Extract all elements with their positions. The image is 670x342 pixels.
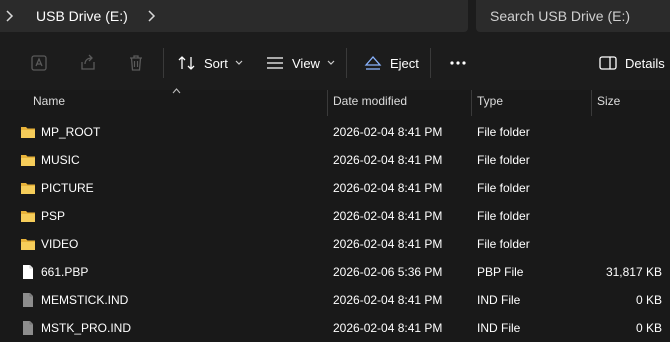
eject-button[interactable]: Eject [364,48,419,78]
file-type: IND File [477,321,521,335]
details-pane-icon [599,56,617,70]
file-type: File folder [477,209,530,223]
file-row[interactable]: PSP 2026-02-04 8:41 PM File folder [0,202,670,230]
column-header-name[interactable]: Name [33,94,65,108]
file-date-modified: 2026-02-04 8:41 PM [333,209,443,223]
column-header-date[interactable]: Date modified [333,94,407,108]
file-name: MSTK_PRO.IND [41,321,132,335]
column-header-size[interactable]: Size [597,94,620,108]
file-icon [20,264,36,280]
sort-ascending-icon [172,88,181,94]
grey-file-icon [20,292,36,308]
column-header-row: Name Date modified Type Size [0,88,670,116]
file-name: PICTURE [41,181,94,195]
folder-icon [20,236,36,252]
file-type: File folder [477,125,530,139]
address-row: USB Drive (E:) Search USB Drive (E:) [0,0,670,36]
file-row[interactable]: MEMSTICK.IND 2026-02-04 8:41 PM IND File 0 … [0,286,670,314]
sort-icon [178,56,195,70]
file-size: 0 KB [635,293,662,307]
toolbar-divider [163,48,164,78]
file-type: PBP File [477,265,524,279]
sort-label: Sort [204,55,228,71]
column-header-type[interactable]: Type [477,94,503,108]
file-type: File folder [477,181,530,195]
file-name: MUSIC [41,153,80,167]
view-icon [267,57,283,69]
rename-icon[interactable] [30,54,48,72]
column-divider[interactable] [327,90,328,116]
more-options-icon[interactable] [449,61,467,65]
file-date-modified: 2026-02-04 8:41 PM [333,293,443,307]
view-button[interactable]: View [266,48,343,78]
delete-icon[interactable] [127,54,145,72]
file-date-modified: 2026-02-06 5:36 PM [333,265,443,279]
chevron-down-icon [327,60,335,65]
file-date-modified: 2026-02-04 8:41 PM [333,181,443,195]
folder-icon [20,180,36,196]
file-name: PSP [41,209,66,223]
details-button[interactable]: Details [599,48,665,78]
view-label: View [292,55,320,71]
file-name: MEMSTICK.IND [41,293,129,307]
column-divider[interactable] [591,90,592,116]
address-bar[interactable]: USB Drive (E:) [0,0,468,32]
file-date-modified: 2026-02-04 8:41 PM [333,237,443,251]
file-list: Name Date modified Type Size MP_ROOT 2026… [0,88,670,342]
folder-icon [20,208,36,224]
eject-label: Eject [390,55,419,71]
file-row[interactable]: VIDEO 2026-02-04 8:41 PM File folder [0,230,670,258]
grey-file-icon [20,320,36,336]
file-row[interactable]: MP_ROOT 2026-02-04 8:41 PM File folder [0,118,670,146]
share-icon[interactable] [79,54,97,72]
eject-icon [364,56,382,70]
column-divider[interactable] [471,90,472,116]
breadcrumb-usb-drive[interactable]: USB Drive (E:) [36,8,128,24]
search-placeholder: Search USB Drive (E:) [490,8,631,24]
chevron-right-icon[interactable] [4,10,14,22]
file-date-modified: 2026-02-04 8:41 PM [333,153,443,167]
file-size: 0 KB [635,321,662,335]
file-row[interactable]: 661.PBP 2026-02-06 5:36 PM PBP File 31,817 … [0,258,670,286]
folder-icon [20,124,36,140]
file-name: 661.PBP [41,265,89,279]
file-row[interactable]: MUSIC 2026-02-04 8:41 PM File folder [0,146,670,174]
file-date-modified: 2026-02-04 8:41 PM [333,125,443,139]
file-row[interactable]: PICTURE 2026-02-04 8:41 PM File folder [0,174,670,202]
chevron-down-icon [235,60,243,65]
command-bar: Sort View Eject Details [0,36,670,91]
toolbar-divider [430,48,431,78]
file-name: MP_ROOT [41,125,101,139]
sort-button[interactable]: Sort [178,48,251,78]
file-size: 31,817 KB [605,265,662,279]
file-name: VIDEO [41,237,79,251]
search-input[interactable]: Search USB Drive (E:) [476,0,670,32]
file-type: File folder [477,153,530,167]
toolbar-divider [346,48,347,78]
file-row[interactable]: MSTK_PRO.IND 2026-02-04 8:41 PM IND File 0 … [0,314,670,342]
file-date-modified: 2026-02-04 8:41 PM [333,321,443,335]
folder-icon [20,152,36,168]
file-type: File folder [477,237,530,251]
details-label: Details [625,55,665,71]
file-type: IND File [477,293,521,307]
chevron-right-icon[interactable] [146,10,156,22]
